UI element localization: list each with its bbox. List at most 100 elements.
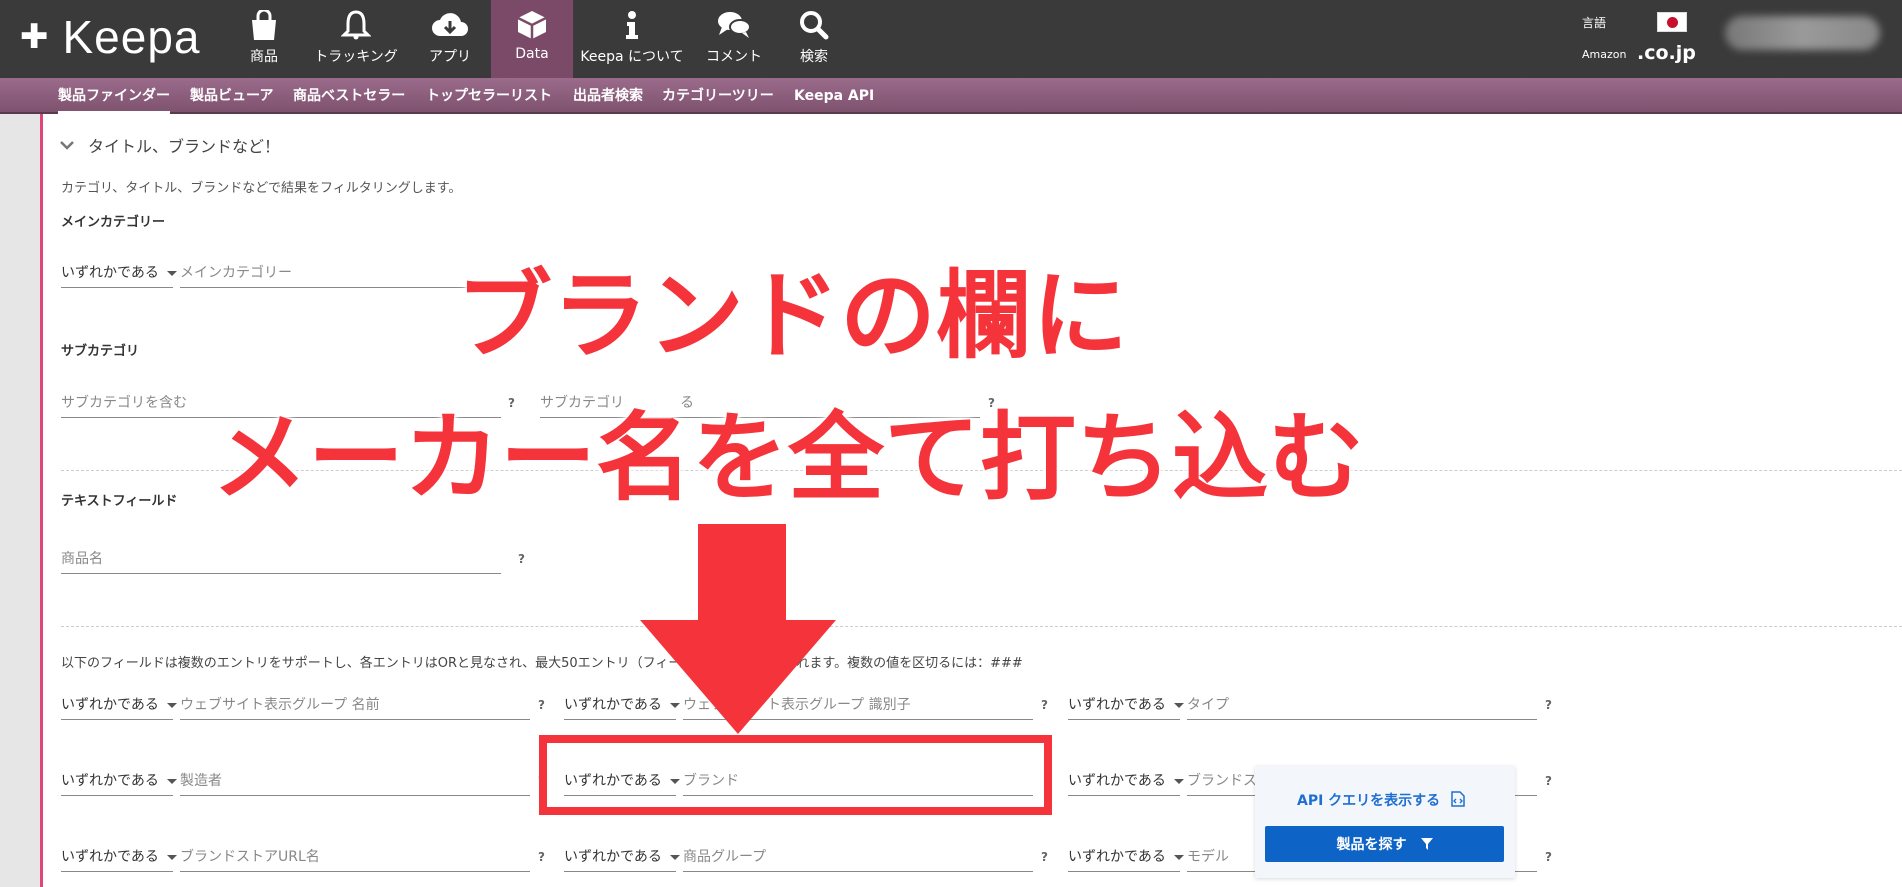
nav-apps[interactable]: アプリ	[424, 0, 476, 78]
chat-icon	[718, 12, 751, 38]
type-select[interactable]: いずれかである	[1068, 694, 1184, 720]
field-placeholder: サブカテゴリを含む	[61, 395, 187, 411]
nav-label: アプリ	[429, 49, 471, 65]
select-value: いずれかである	[61, 265, 159, 281]
select-value: いずれかである	[564, 849, 662, 865]
multi-entry-text: 以下のフィールドは複数のエントリをサポートし、各エントリはORと見なされ、最大5…	[61, 656, 682, 671]
field-placeholder: ブランドストアURL名	[180, 849, 320, 865]
subnav-seller-search[interactable]: 出品者検索	[573, 78, 643, 114]
subnav-keepa-api[interactable]: Keepa API	[794, 78, 874, 114]
down-arrow-annotation-icon	[640, 524, 836, 734]
filter-icon	[1420, 838, 1433, 850]
nav-search[interactable]: 検索	[792, 0, 836, 78]
select-value: いずれかである	[61, 697, 159, 713]
chevron-down-icon	[60, 141, 74, 150]
find-products-button[interactable]: 製品を探す	[1265, 826, 1504, 862]
show-api-query-link[interactable]: API クエリを表示する	[1297, 790, 1465, 810]
subnav-product-finder[interactable]: 製品ファインダー	[58, 78, 170, 114]
website-group-name-input[interactable]: ウェブサイト表示グループ 名前	[180, 694, 530, 720]
nav-label: Data	[515, 46, 549, 62]
select-value: いずれかである	[61, 773, 159, 789]
field-placeholder: 商品名	[61, 551, 103, 567]
subnav-product-viewer[interactable]: 製品ビューア	[190, 78, 273, 114]
document-code-icon	[1451, 791, 1465, 807]
subnav-top-seller-list[interactable]: トップセラーリスト	[426, 78, 552, 114]
api-link-label: API クエリを表示する	[1297, 793, 1441, 809]
field-placeholder: メインカテゴリー	[180, 265, 292, 281]
field-placeholder: モデル	[1187, 849, 1229, 865]
help-icon[interactable]: ?	[1545, 698, 1552, 712]
field-placeholder: ブランドス	[1187, 773, 1257, 789]
help-icon[interactable]: ?	[538, 698, 545, 712]
section-toggle[interactable]: タイトル、ブランドなど！	[60, 133, 280, 157]
sub-category-label: サブカテゴリ	[61, 344, 140, 359]
amazon-label: Amazon	[1582, 48, 1627, 61]
help-icon[interactable]: ?	[1545, 774, 1552, 788]
nav-label: Keepa について	[580, 49, 684, 65]
subnav-category-tree[interactable]: カテゴリーツリー	[662, 78, 774, 114]
main-category-label: メインカテゴリー	[61, 215, 166, 230]
japan-flag-icon[interactable]	[1657, 12, 1687, 32]
brandstore-url-input[interactable]: ブランドストアURL名	[180, 846, 530, 872]
caret-down-icon	[1173, 778, 1184, 784]
help-icon[interactable]: ?	[538, 850, 545, 864]
info-icon	[626, 11, 638, 39]
section-description: カテゴリ、タイトル、ブランドなどで結果をフィルタリングします。	[61, 181, 462, 196]
multi-entry-description: 以下のフィールドは複数のエントリをサポートし、各エントリはORと見なされ、最大5…	[61, 652, 1023, 671]
bell-icon	[341, 10, 371, 40]
subnav-bestsellers[interactable]: 商品ベストセラー	[293, 78, 405, 114]
help-icon[interactable]: ?	[518, 552, 525, 566]
caret-down-icon	[1173, 702, 1184, 708]
annotation-line-2: メーカー名を全て打ち込む	[212, 402, 1364, 514]
annotation-line-1: ブランドの欄に	[456, 260, 1128, 372]
select-value: いずれかである	[61, 849, 159, 865]
brandstore-url-select[interactable]: いずれかである	[61, 846, 177, 872]
field-placeholder: 商品グループ	[683, 849, 767, 865]
product-group-select[interactable]: いずれかである	[564, 846, 680, 872]
model-select[interactable]: いずれかである	[1068, 846, 1184, 872]
field-placeholder: タイプ	[1187, 697, 1229, 713]
nav-about[interactable]: Keepa について	[580, 0, 684, 78]
nav-label: 商品	[250, 49, 278, 65]
caret-down-icon	[166, 778, 177, 784]
type-input[interactable]: タイプ	[1187, 694, 1537, 720]
nav-label: コメント	[706, 49, 762, 65]
cloud-download-icon	[432, 13, 468, 36]
help-icon[interactable]: ?	[1041, 850, 1048, 864]
website-group-name-select[interactable]: いずれかである	[61, 694, 177, 720]
search-icon	[800, 11, 829, 40]
brandstore-name-select[interactable]: いずれかである	[1068, 770, 1184, 796]
select-value: いずれかである	[1068, 773, 1166, 789]
field-placeholder: ウェブサイト表示グループ 名前	[180, 697, 380, 713]
select-value: いずれかである	[1068, 697, 1166, 713]
keepa-logo[interactable]: ✚ Keepa	[20, 11, 201, 63]
product-name-input[interactable]: 商品名	[61, 548, 501, 574]
help-icon[interactable]: ?	[1041, 698, 1048, 712]
manufacturer-select[interactable]: いずれかである	[61, 770, 177, 796]
plus-icon: ✚	[20, 17, 49, 57]
nav-products[interactable]: 商品	[238, 0, 290, 78]
field-placeholder: 製造者	[180, 773, 222, 789]
amazon-domain[interactable]: .co.jp	[1637, 42, 1696, 64]
caret-down-icon	[166, 702, 177, 708]
main-category-select[interactable]: いずれかである	[61, 262, 177, 288]
section-accent-line	[40, 114, 43, 887]
top-navbar: ✚ Keepa 商品 トラッキング アプリ Data Keepa について コメ…	[0, 0, 1902, 78]
user-account-blurred[interactable]	[1725, 16, 1880, 50]
shopping-bag-icon	[252, 10, 276, 40]
product-group-input[interactable]: 商品グループ	[683, 846, 1033, 872]
caret-down-icon	[1173, 854, 1184, 860]
logo-text: Keepa	[62, 11, 201, 63]
cube-icon	[517, 11, 547, 39]
manufacturer-input[interactable]: 製造者	[180, 770, 530, 796]
api-query-panel: API クエリを表示する 製品を探す	[1255, 766, 1515, 878]
caret-down-icon	[166, 270, 177, 276]
nav-comments[interactable]: コメント	[700, 0, 768, 78]
caret-down-icon	[166, 854, 177, 860]
help-icon[interactable]: ?	[1545, 850, 1552, 864]
nav-data[interactable]: Data	[491, 0, 573, 78]
left-gutter	[0, 114, 40, 887]
nav-label: トラッキング	[314, 49, 398, 65]
nav-tracking[interactable]: トラッキング	[310, 0, 402, 78]
divider	[61, 626, 1902, 627]
